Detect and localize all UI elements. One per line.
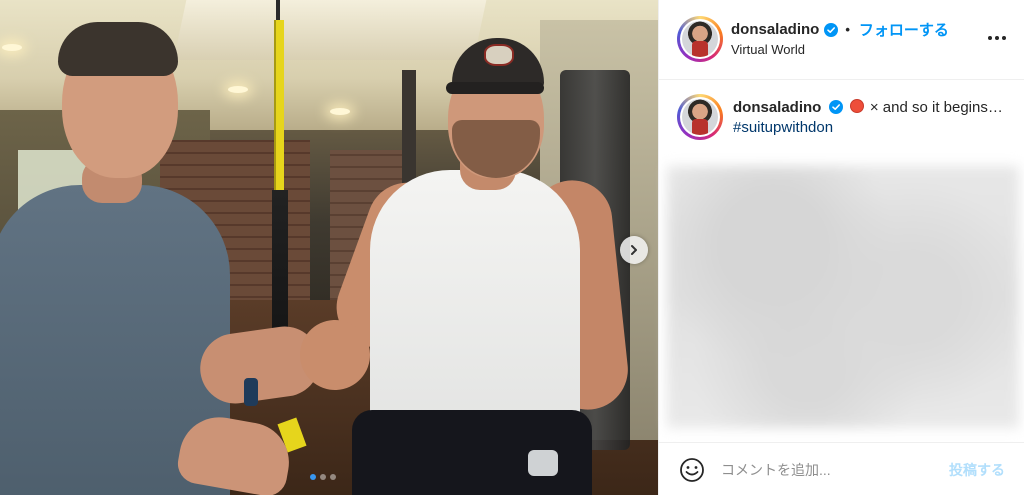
blurred-comments-area (667, 166, 1019, 428)
cap-brim (446, 82, 544, 94)
carousel-dot (320, 474, 326, 480)
avatar-image (682, 99, 718, 135)
ceiling-light (330, 108, 350, 115)
carousel-dot-active (310, 474, 316, 480)
avatar-image (682, 21, 718, 57)
separator-dot: • (845, 22, 850, 37)
ceiling-light (228, 86, 248, 93)
trx-strap (274, 20, 284, 190)
caption-block: donsaladino × and so it begins… #suitupw… (659, 80, 1024, 170)
follow-button[interactable]: フォローする (859, 19, 949, 40)
more-options-button[interactable] (987, 26, 1007, 50)
more-horizontal-icon (988, 36, 1006, 40)
carousel-indicator (310, 474, 336, 480)
wristwatch (528, 450, 558, 476)
post-side-panel: donsaladino • フォローする Virtual World donsa… (658, 0, 1024, 495)
caption-body: × and so it begins… (865, 99, 1003, 116)
wristband (244, 378, 258, 406)
caption-username[interactable]: donsaladino (733, 99, 821, 116)
comment-input[interactable] (721, 460, 931, 480)
username-link[interactable]: donsaladino (731, 21, 819, 38)
ceiling-light (2, 44, 22, 51)
avatar[interactable] (677, 16, 723, 62)
smiley-icon[interactable] (679, 457, 705, 483)
caption-avatar[interactable] (677, 94, 723, 140)
chevron-right-icon (631, 245, 637, 255)
verified-badge-icon (828, 100, 843, 114)
post-header: donsaladino • フォローする Virtual World (659, 0, 1024, 80)
carousel-next-button[interactable] (620, 236, 648, 264)
carousel-dot (330, 474, 336, 480)
verified-badge-icon (824, 22, 839, 37)
post-comment-button[interactable]: 投稿する (949, 460, 1005, 480)
comment-bar: 投稿する (659, 442, 1024, 495)
hashtag-link[interactable]: #suitupwithdon (733, 118, 1003, 138)
ceiling-beam (173, 0, 487, 60)
red-circle-emoji-icon (849, 99, 864, 113)
post-image[interactable] (0, 0, 658, 495)
cap-logo (484, 44, 514, 66)
person-left-hair (58, 22, 178, 76)
caption-text: donsaladino × and so it begins… #suitupw… (733, 98, 1003, 138)
location-link[interactable]: Virtual World (731, 42, 805, 57)
